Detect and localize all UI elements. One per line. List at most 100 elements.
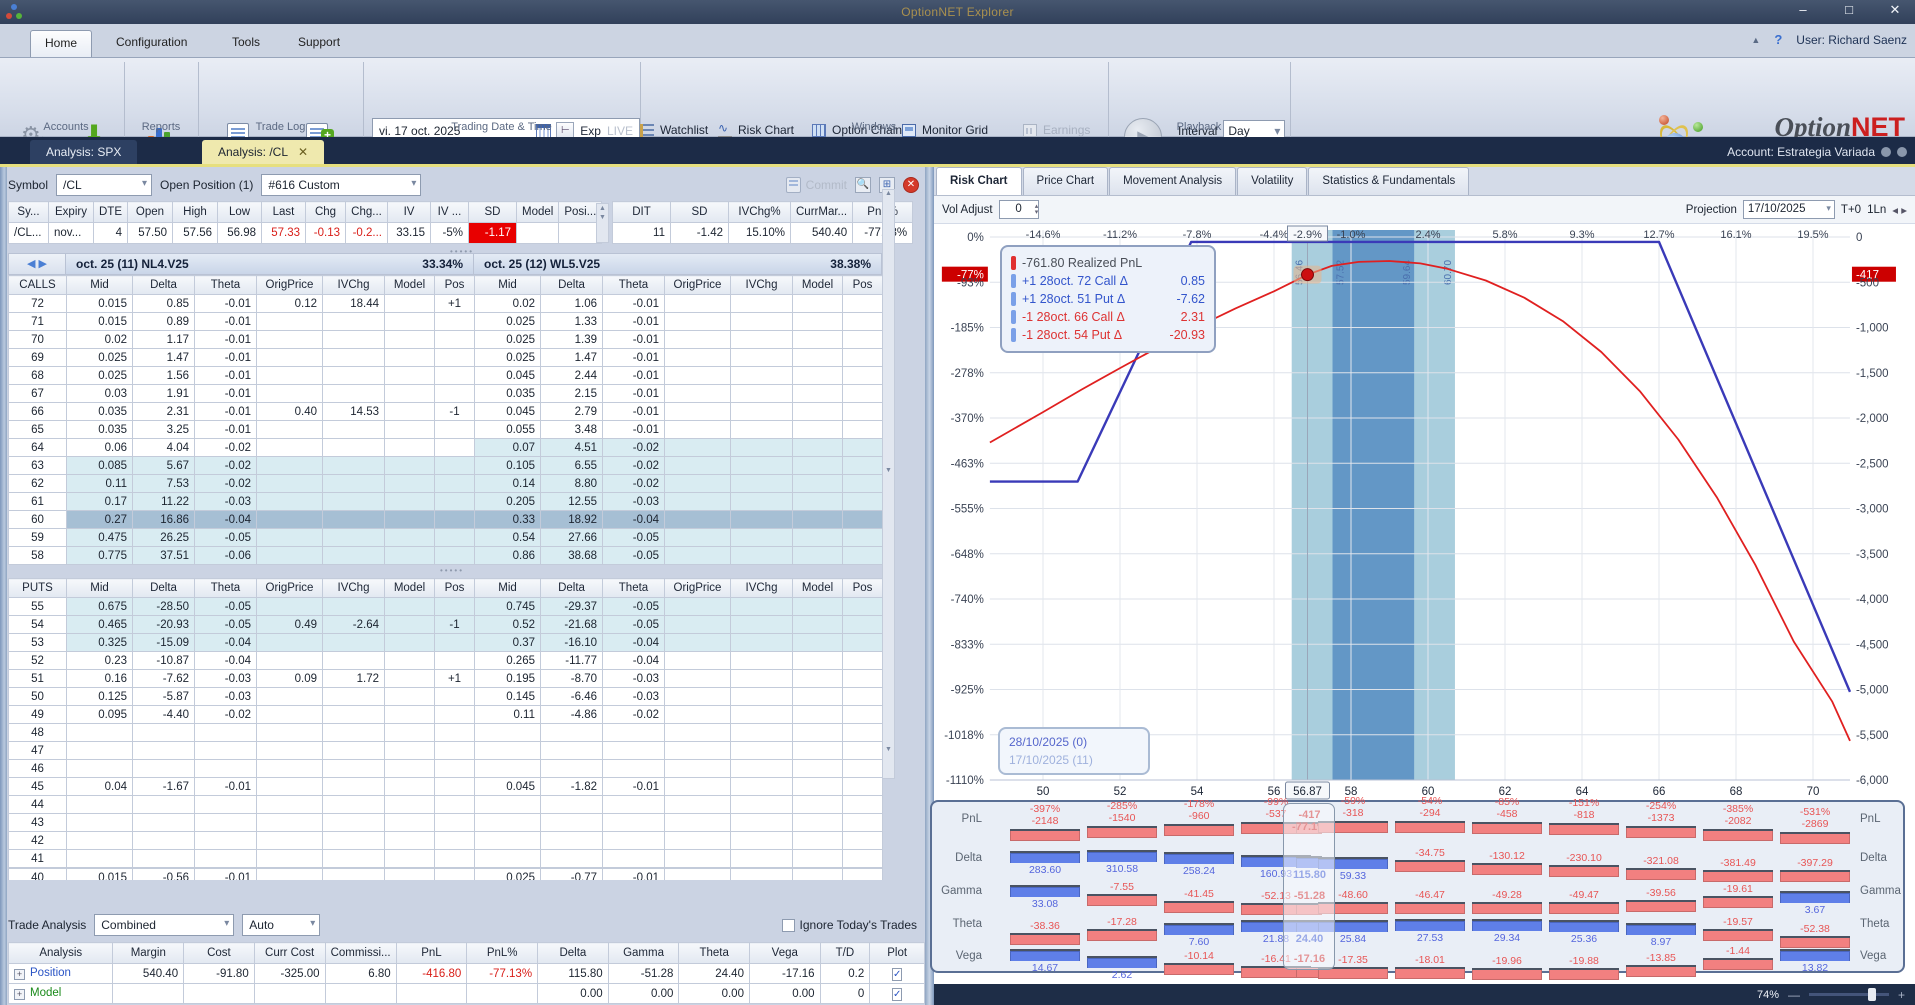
chain-cell[interactable]: +1 bbox=[434, 669, 475, 688]
chain-cell[interactable]: -0.05 bbox=[194, 597, 257, 616]
chain-cell[interactable] bbox=[322, 741, 385, 760]
chain-cell[interactable]: -0.02 bbox=[194, 438, 257, 457]
chain-cell[interactable]: -0.01 bbox=[602, 348, 665, 367]
chain-cell[interactable] bbox=[664, 330, 731, 349]
chain-cell[interactable] bbox=[256, 546, 323, 565]
chain-cell[interactable] bbox=[842, 669, 883, 688]
chain-col-header[interactable]: Theta bbox=[194, 275, 257, 295]
chain-row[interactable]: 51 0.16 -7.62 -0.03 0.09 1.72 +1 0.195 -8.70 -0.0… bbox=[8, 669, 883, 688]
chain-cell[interactable] bbox=[842, 723, 883, 742]
chain-cell[interactable]: 0.465 bbox=[66, 615, 133, 634]
chain-cell[interactable] bbox=[256, 474, 323, 493]
analysis-cell[interactable]: -77.13% bbox=[466, 963, 539, 984]
chain-cell[interactable] bbox=[66, 813, 133, 832]
strike-cell[interactable]: 44 bbox=[8, 795, 67, 814]
chain-cell[interactable] bbox=[474, 831, 541, 850]
chain-cell[interactable] bbox=[792, 366, 843, 385]
quote-table[interactable]: Sy... Expiry DTE Open High Low Last Chg Chg... IV… bbox=[8, 201, 603, 244]
chain-cell[interactable]: -0.03 bbox=[602, 669, 665, 688]
chain-cell[interactable] bbox=[322, 420, 385, 439]
chain-cell[interactable]: -0.77 bbox=[540, 868, 603, 880]
chain-cell[interactable] bbox=[322, 384, 385, 403]
zoom-chain-icon[interactable]: 🔍 bbox=[855, 177, 871, 193]
chain-cell[interactable] bbox=[602, 831, 665, 850]
zoom-in-icon[interactable]: + bbox=[1898, 988, 1905, 1002]
chain-cell[interactable] bbox=[540, 831, 603, 850]
chain-cell[interactable] bbox=[664, 723, 731, 742]
chain-cell[interactable] bbox=[792, 723, 843, 742]
chain-cell[interactable] bbox=[730, 831, 793, 850]
chain-cell[interactable] bbox=[66, 849, 133, 868]
quote-cell[interactable]: 56.98 bbox=[217, 222, 262, 244]
collapse-ribbon-icon[interactable]: ▲ bbox=[1751, 35, 1760, 45]
chain-cell[interactable] bbox=[256, 777, 323, 796]
chain-cell[interactable]: 0.195 bbox=[474, 669, 541, 688]
chain-cell[interactable] bbox=[842, 474, 883, 493]
analysis-cell[interactable]: 540.40 bbox=[112, 963, 185, 984]
strike-cell[interactable]: 69 bbox=[8, 348, 67, 367]
expiry-header-2[interactable]: oct. 25 (12) WL5.V25 38.38% bbox=[474, 253, 882, 275]
analysis-col-header[interactable]: Delta bbox=[537, 942, 609, 964]
chain-cell[interactable] bbox=[540, 759, 603, 778]
analysis-col-header[interactable]: Analysis bbox=[7, 942, 114, 964]
analysis-cell[interactable]: 0.00 bbox=[748, 983, 821, 1004]
chain-cell[interactable]: 0.265 bbox=[474, 651, 541, 670]
chain-cell[interactable] bbox=[792, 687, 843, 706]
chain-cell[interactable] bbox=[384, 492, 435, 511]
quote-col-header[interactable]: SD bbox=[468, 201, 517, 223]
quote-table-scrollbar[interactable]: ▲ ▼ bbox=[596, 203, 609, 243]
chain-cell[interactable]: 0.86 bbox=[474, 546, 541, 565]
puts-table[interactable]: PUTS Mid Delta Theta OrigPrice IVChg Model Pos M… bbox=[8, 578, 883, 868]
chain-col-header[interactable]: Delta bbox=[132, 578, 195, 598]
chain-cell[interactable] bbox=[434, 420, 475, 439]
chain-cell[interactable]: -0.01 bbox=[602, 312, 665, 331]
chain-cell[interactable] bbox=[602, 795, 665, 814]
quote-col-header[interactable]: Expiry bbox=[48, 201, 94, 223]
chain-cell[interactable]: 0.105 bbox=[474, 456, 541, 475]
current-price-marker[interactable] bbox=[1300, 268, 1314, 282]
chain-cell[interactable] bbox=[384, 868, 435, 880]
chain-cell[interactable] bbox=[540, 795, 603, 814]
account-menu-icon[interactable] bbox=[1897, 147, 1907, 157]
strike-cell[interactable]: 53 bbox=[8, 633, 67, 652]
chain-cell[interactable] bbox=[474, 741, 541, 760]
chain-cell[interactable] bbox=[322, 795, 385, 814]
chain-cell[interactable] bbox=[730, 312, 793, 331]
chain-cell[interactable] bbox=[384, 723, 435, 742]
chain-col-header[interactable]: Pos bbox=[434, 578, 475, 598]
chain-cell[interactable] bbox=[664, 813, 731, 832]
chain-col-header[interactable]: OrigPrice bbox=[664, 578, 731, 598]
plot-checkbox[interactable]: ✓ bbox=[891, 987, 903, 1001]
chain-cell[interactable] bbox=[384, 813, 435, 832]
chain-cell[interactable]: -0.01 bbox=[194, 294, 257, 313]
chain-cell[interactable] bbox=[322, 831, 385, 850]
chain-cell[interactable] bbox=[66, 831, 133, 850]
chain-row[interactable]: 53 0.325 -15.09 -0.04 0.37 -16.10 -0.04 bbox=[8, 633, 883, 652]
chain-cell[interactable] bbox=[792, 651, 843, 670]
chain-cell[interactable]: -20.93 bbox=[132, 615, 195, 634]
chain-cell[interactable]: 8.80 bbox=[540, 474, 603, 493]
chain-cell[interactable]: -0.56 bbox=[132, 868, 195, 880]
chain-cell[interactable]: -0.03 bbox=[194, 669, 257, 688]
chain-cell[interactable]: 0.37 bbox=[474, 633, 541, 652]
chain-cell[interactable] bbox=[842, 348, 883, 367]
chain-cell[interactable] bbox=[384, 384, 435, 403]
chain-cell[interactable] bbox=[322, 723, 385, 742]
analysis-cell[interactable] bbox=[395, 983, 468, 1004]
chain-cell[interactable]: 0.035 bbox=[66, 420, 133, 439]
quote-cell[interactable]: 4 bbox=[93, 222, 128, 244]
analysis-cell[interactable]: 0.00 bbox=[678, 983, 750, 1004]
chain-cell[interactable] bbox=[384, 687, 435, 706]
chain-cell[interactable]: 1.47 bbox=[132, 348, 195, 367]
chain-cell[interactable] bbox=[664, 384, 731, 403]
chain-cell[interactable]: 0.02 bbox=[474, 294, 541, 313]
chain-cell[interactable]: -0.04 bbox=[602, 633, 665, 652]
chain-cell[interactable] bbox=[792, 474, 843, 493]
chain-cell[interactable] bbox=[664, 849, 731, 868]
maximize-button[interactable]: □ bbox=[1839, 2, 1859, 18]
chain-cell[interactable] bbox=[256, 813, 323, 832]
chain-cell[interactable] bbox=[434, 741, 475, 760]
chain-row[interactable]: 60 0.27 16.86 -0.04 0.33 18.92 -0.04 bbox=[8, 510, 883, 529]
chain-cell[interactable] bbox=[132, 759, 195, 778]
projection-arrows[interactable]: ◂ ▸ bbox=[1892, 203, 1907, 217]
